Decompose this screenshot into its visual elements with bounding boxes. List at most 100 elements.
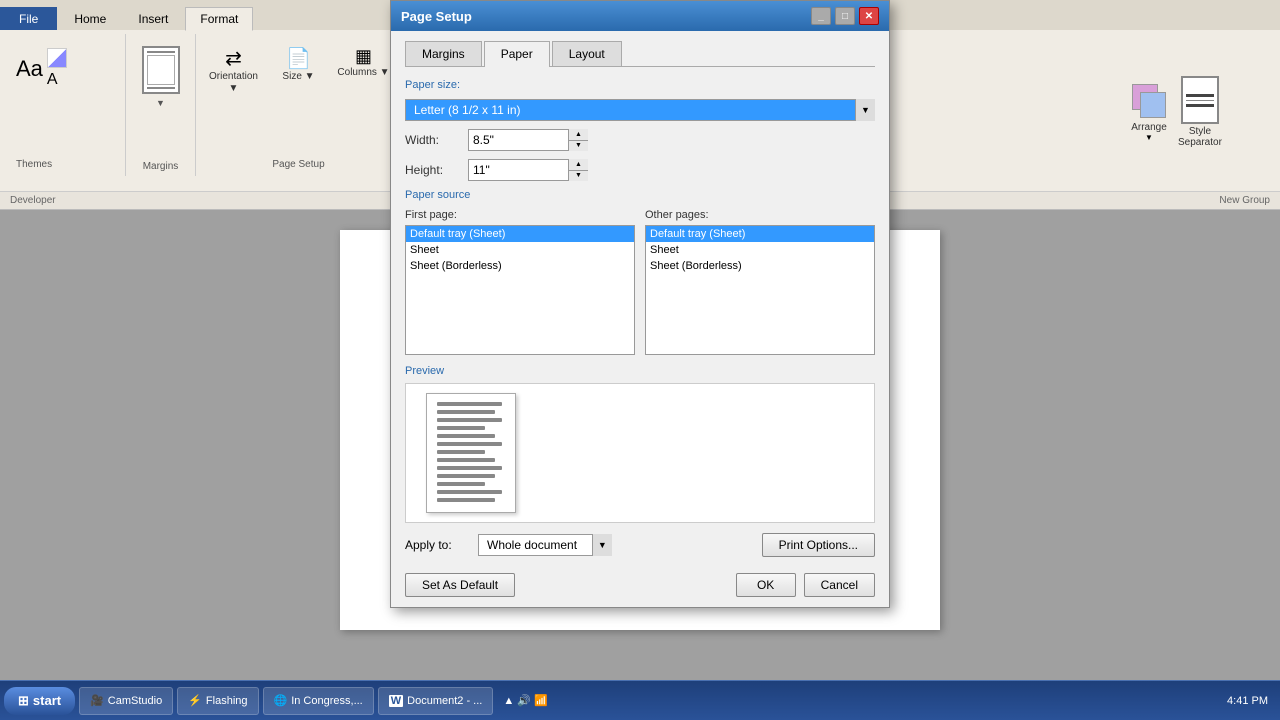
preview-line-3 bbox=[437, 418, 502, 422]
other-pages-item-default[interactable]: Default tray (Sheet) bbox=[646, 226, 874, 242]
first-page-column: First page: Default tray (Sheet) Sheet S… bbox=[405, 209, 635, 355]
set-as-default-button[interactable]: Set As Default bbox=[405, 573, 515, 597]
first-page-item-default[interactable]: Default tray (Sheet) bbox=[406, 226, 634, 242]
paper-size-select[interactable]: Letter (8 1/2 x 11 in) bbox=[405, 99, 875, 121]
columns-button[interactable]: ▦ Columns ▼ bbox=[336, 46, 391, 95]
themes-color-swatch[interactable] bbox=[47, 48, 67, 68]
size-button[interactable]: 📄 Size ▼ bbox=[271, 46, 326, 95]
first-page-listbox[interactable]: Default tray (Sheet) Sheet Sheet (Border… bbox=[405, 225, 635, 355]
preview-line-8 bbox=[437, 458, 495, 462]
paper-size-dropdown-arrow[interactable]: ▼ bbox=[855, 99, 875, 121]
height-label: Height: bbox=[405, 163, 460, 177]
dialog-titlebar: Page Setup _ □ ✕ bbox=[391, 1, 889, 31]
ribbon-group-page-setup: ⇄ Orientation ▼ 📄 Size ▼ ▦ Columns ▼ Pag… bbox=[196, 34, 402, 176]
preview-line-9 bbox=[437, 466, 502, 470]
first-page-item-borderless[interactable]: Sheet (Borderless) bbox=[406, 258, 634, 274]
preview-page-image bbox=[426, 393, 516, 513]
taskbar-tray: ▲ 🔊 📶 bbox=[497, 694, 553, 707]
dialog-body: Margins Paper Layout Paper size: Letter … bbox=[391, 31, 889, 607]
taskbar-camstudio[interactable]: 🎥 CamStudio bbox=[79, 687, 173, 715]
orientation-label: Orientation ▼ bbox=[206, 71, 261, 95]
congress-label: In Congress,... bbox=[291, 695, 363, 707]
preview-line-1 bbox=[437, 402, 502, 406]
cancel-button[interactable]: Cancel bbox=[804, 573, 875, 597]
paper-size-label: Paper size: bbox=[405, 79, 875, 91]
tab-home[interactable]: Home bbox=[59, 7, 121, 30]
preview-line-7 bbox=[437, 450, 485, 454]
tab-layout[interactable]: Layout bbox=[552, 41, 622, 66]
tab-paper[interactable]: Paper bbox=[484, 41, 550, 67]
width-spinner: 8.5" ▲ ▼ bbox=[468, 129, 588, 151]
word-icon: W bbox=[389, 695, 403, 707]
style-separator-button[interactable]: StyleSeparator bbox=[1178, 76, 1222, 148]
tab-file[interactable]: File bbox=[0, 7, 57, 30]
taskbar-flashing[interactable]: ⚡ Flashing bbox=[177, 687, 258, 715]
other-pages-column: Other pages: Default tray (Sheet) Sheet … bbox=[645, 209, 875, 355]
style-separator-label: StyleSeparator bbox=[1178, 126, 1222, 148]
preview-section: Preview bbox=[405, 365, 875, 523]
apply-to-dropdown-arrow[interactable]: ▼ bbox=[592, 534, 612, 556]
start-icon: ⊞ bbox=[18, 693, 29, 709]
taskbar-clock: 4:41 PM bbox=[1227, 695, 1276, 707]
dialog-minimize-button[interactable]: _ bbox=[811, 7, 831, 25]
preview-line-11 bbox=[437, 482, 485, 486]
height-decrement-button[interactable]: ▼ bbox=[569, 171, 588, 182]
tray-icons: ▲ 🔊 📶 bbox=[503, 694, 547, 707]
other-pages-item-sheet[interactable]: Sheet bbox=[646, 242, 874, 258]
margins-down-arrow: ▼ bbox=[156, 98, 165, 108]
arrange-icon bbox=[1130, 82, 1168, 120]
orientation-icon: ⇄ bbox=[225, 46, 242, 71]
preview-line-5 bbox=[437, 434, 495, 438]
width-spinner-buttons: ▲ ▼ bbox=[568, 129, 588, 151]
first-page-label: First page: bbox=[405, 209, 635, 221]
congress-icon: 🌐 bbox=[274, 694, 288, 707]
width-decrement-button[interactable]: ▼ bbox=[569, 141, 588, 152]
size-label: Size ▼ bbox=[282, 71, 314, 83]
width-increment-button[interactable]: ▲ bbox=[569, 129, 588, 141]
taskbar: ⊞ start 🎥 CamStudio ⚡ Flashing 🌐 In Cong… bbox=[0, 680, 1280, 720]
ribbon-group-margins: ▼ Margins bbox=[126, 34, 196, 176]
apply-to-select-wrapper: Whole document ▼ bbox=[478, 534, 612, 556]
preview-line-6 bbox=[437, 442, 502, 446]
margins-preview-icon bbox=[142, 46, 180, 94]
developer-tab-label: Developer bbox=[10, 195, 56, 206]
height-increment-button[interactable]: ▲ bbox=[569, 159, 588, 171]
taskbar-congress[interactable]: 🌐 In Congress,... bbox=[263, 687, 374, 715]
new-group-label: New Group bbox=[1219, 195, 1270, 206]
document-label: Document2 - ... bbox=[407, 695, 482, 707]
preview-line-4 bbox=[437, 426, 485, 430]
camstudio-label: CamStudio bbox=[108, 695, 162, 707]
flashing-icon: ⚡ bbox=[188, 694, 202, 707]
other-pages-listbox[interactable]: Default tray (Sheet) Sheet Sheet (Border… bbox=[645, 225, 875, 355]
dialog-title: Page Setup bbox=[401, 9, 472, 24]
orientation-button[interactable]: ⇄ Orientation ▼ bbox=[206, 46, 261, 95]
page-setup-dialog: Page Setup _ □ ✕ Margins Paper Layout Pa… bbox=[390, 0, 890, 608]
paper-size-select-wrapper: Letter (8 1/2 x 11 in) ▼ bbox=[405, 99, 875, 121]
dialog-maximize-button[interactable]: □ bbox=[835, 7, 855, 25]
tab-format[interactable]: Format bbox=[185, 7, 253, 31]
print-options-button[interactable]: Print Options... bbox=[762, 533, 875, 557]
other-pages-item-borderless[interactable]: Sheet (Borderless) bbox=[646, 258, 874, 274]
apply-to-row: Apply to: Whole document ▼ Print Options… bbox=[405, 533, 875, 557]
arrange-button[interactable]: Arrange ▼ bbox=[1130, 82, 1168, 142]
page-setup-group-label: Page Setup bbox=[206, 159, 391, 170]
ok-cancel-buttons: OK Cancel bbox=[736, 573, 875, 597]
size-icon: 📄 bbox=[286, 46, 311, 71]
margins-group-label: Margins bbox=[143, 161, 179, 172]
ok-button[interactable]: OK bbox=[736, 573, 796, 597]
width-row: Width: 8.5" ▲ ▼ bbox=[405, 129, 875, 151]
style-separator-icon bbox=[1181, 76, 1219, 124]
dialog-action-buttons: Set As Default OK Cancel bbox=[405, 567, 875, 597]
columns-label: Columns ▼ bbox=[337, 67, 389, 79]
start-button[interactable]: ⊞ start bbox=[4, 687, 75, 715]
preview-box bbox=[405, 383, 875, 523]
paper-size-row: Letter (8 1/2 x 11 in) ▼ bbox=[405, 99, 875, 121]
tab-margins[interactable]: Margins bbox=[405, 41, 482, 66]
arrange-label: Arrange bbox=[1131, 122, 1167, 133]
first-page-item-sheet[interactable]: Sheet bbox=[406, 242, 634, 258]
taskbar-document[interactable]: W Document2 - ... bbox=[378, 687, 494, 715]
preview-line-12 bbox=[437, 490, 502, 494]
arrange-arrow: ▼ bbox=[1145, 133, 1153, 142]
tab-insert[interactable]: Insert bbox=[123, 7, 183, 30]
dialog-close-button[interactable]: ✕ bbox=[859, 7, 879, 25]
